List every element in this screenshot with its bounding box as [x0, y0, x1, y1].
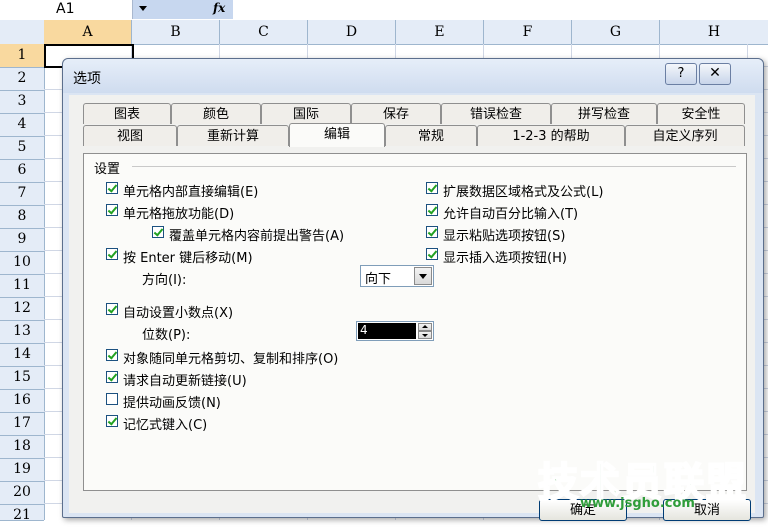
tab-save[interactable]: 保存: [351, 103, 441, 124]
row-header[interactable]: 17: [0, 412, 44, 436]
row-header[interactable]: 6: [0, 159, 44, 183]
checkbox[interactable]: [106, 393, 118, 405]
help-button[interactable]: ?: [665, 63, 697, 85]
row-header[interactable]: 4: [0, 113, 44, 137]
row-headers: 1 2 3 4 5 6 7 8 9 10 11 12 13 14 15 16 1…: [0, 44, 45, 523]
tab-international[interactable]: 国际: [261, 103, 351, 124]
row-header[interactable]: 5: [0, 136, 44, 160]
checkbox[interactable]: [106, 371, 118, 383]
row-header[interactable]: 10: [0, 251, 44, 275]
group-divider: [132, 166, 736, 167]
checkbox[interactable]: [106, 349, 118, 361]
tab-edit[interactable]: 编辑: [289, 123, 385, 147]
checkbox[interactable]: [426, 182, 438, 194]
spin-up-icon[interactable]: [418, 323, 432, 331]
places-label: 位数(P):: [142, 328, 191, 343]
column-header[interactable]: A: [44, 20, 132, 44]
row-header[interactable]: 14: [0, 343, 44, 367]
chevron-down-icon: [139, 6, 147, 11]
row-header[interactable]: 20: [0, 481, 44, 505]
checkbox[interactable]: [152, 226, 164, 238]
row-header[interactable]: 12: [0, 297, 44, 321]
checkbox[interactable]: [426, 204, 438, 216]
column-header[interactable]: E: [396, 20, 484, 44]
column-header[interactable]: B: [132, 20, 220, 44]
dialog-body: 图表 颜色 国际 保存 错误检查 拼写检查 安全性 视图 重新计算 编辑 常规 …: [69, 95, 755, 521]
select-all-corner[interactable]: [0, 20, 45, 44]
places-spinner[interactable]: 4: [356, 321, 434, 341]
checkbox[interactable]: [106, 303, 118, 315]
checkbox[interactable]: [106, 415, 118, 427]
column-header[interactable]: D: [308, 20, 396, 44]
column-header[interactable]: G: [572, 20, 660, 44]
name-box-dropdown[interactable]: [133, 0, 187, 19]
dialog-titlebar[interactable]: 选项 ? ✕: [63, 59, 763, 93]
row-header[interactable]: 7: [0, 182, 44, 206]
row-header[interactable]: 2: [0, 67, 44, 91]
checkbox[interactable]: [106, 204, 118, 216]
tab-general[interactable]: 常规: [385, 125, 477, 146]
tab-security[interactable]: 安全性: [657, 103, 745, 124]
row-header[interactable]: 19: [0, 458, 44, 482]
tab-123-help[interactable]: 1-2-3 的帮助: [477, 125, 625, 146]
insert-function-button[interactable]: fx: [187, 0, 233, 19]
row-header[interactable]: 9: [0, 228, 44, 252]
places-input[interactable]: 4: [358, 323, 416, 339]
row-header[interactable]: 3: [0, 90, 44, 114]
name-box[interactable]: A1: [0, 0, 133, 19]
tab-view[interactable]: 视图: [83, 125, 177, 146]
fx-icon: fx: [213, 1, 226, 15]
dialog-title: 选项: [73, 71, 101, 87]
row-header[interactable]: 16: [0, 389, 44, 413]
tab-chart[interactable]: 图表: [83, 103, 171, 124]
column-header[interactable]: C: [220, 20, 308, 44]
formula-bar: A1 fx: [0, 0, 768, 21]
row-header[interactable]: 11: [0, 274, 44, 298]
spin-down-icon[interactable]: [418, 331, 432, 339]
row-header[interactable]: 21: [0, 504, 44, 523]
row-header[interactable]: 18: [0, 435, 44, 459]
tab-custom-lists[interactable]: 自定义序列: [625, 125, 745, 146]
row-header[interactable]: 15: [0, 366, 44, 390]
close-button[interactable]: ✕: [699, 63, 731, 85]
row-header[interactable]: 1: [0, 44, 44, 68]
column-header[interactable]: F: [484, 20, 572, 44]
chevron-down-icon[interactable]: [414, 267, 432, 285]
checkbox[interactable]: [426, 226, 438, 238]
direction-value: 向下: [365, 272, 392, 287]
tab-error-checking[interactable]: 错误检查: [441, 103, 551, 124]
column-headers: A B C D E F G H: [0, 20, 768, 45]
checkbox[interactable]: [426, 248, 438, 260]
tab-color[interactable]: 颜色: [171, 103, 261, 124]
edit-settings-panel: 设置 单元格内部直接编辑(E) 单元格拖放功能(D) 覆盖单元格内容前提出警告(…: [83, 153, 747, 491]
row-header[interactable]: 8: [0, 205, 44, 229]
places-value: 4: [360, 323, 368, 337]
options-dialog: 选项 ? ✕ 图表 颜色 国际 保存 错误检查 拼写检查 安全性 视图 重新计算…: [62, 58, 764, 521]
row-header[interactable]: 13: [0, 320, 44, 344]
tab-spelling[interactable]: 拼写检查: [551, 103, 657, 124]
column-header[interactable]: H: [660, 20, 768, 44]
direction-select[interactable]: 向下: [360, 265, 434, 287]
name-box-value: A1: [56, 1, 75, 17]
direction-label: 方向(I):: [142, 273, 187, 288]
settings-group-label: 设置: [94, 162, 121, 177]
checkbox[interactable]: [106, 182, 118, 194]
cancel-button[interactable]: 取消: [663, 499, 751, 521]
ok-button[interactable]: 确定: [539, 499, 627, 521]
tab-calculation[interactable]: 重新计算: [177, 125, 289, 146]
checkbox[interactable]: [106, 248, 118, 260]
